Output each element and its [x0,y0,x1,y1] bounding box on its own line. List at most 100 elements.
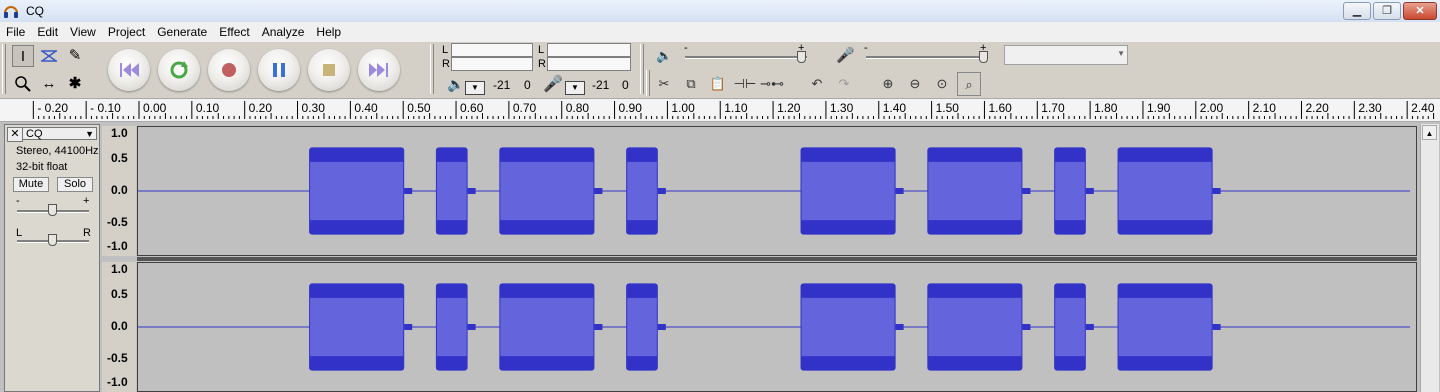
waveform-left [138,147,1410,235]
left-channel-scale: 1.0 0.5 0.0 -0.5 -1.0 [102,126,136,256]
play-meter-zero-label: 0 [524,78,531,92]
fit-selection-icon[interactable]: ⊙ [930,72,954,96]
record-icon [222,63,236,77]
scroll-up-icon[interactable]: ▲ [1422,125,1437,140]
zoom-in-icon[interactable]: ⊕ [876,72,900,96]
input-source-select[interactable]: ▼ [1004,45,1128,65]
pause-button[interactable] [258,49,300,91]
selection-tool-icon[interactable]: I [12,45,34,67]
waveform-tail [1022,324,1031,330]
track-name-menu[interactable]: CQ ▼ [22,127,97,140]
record-meter-dropdown[interactable]: ▼ [565,81,585,95]
skip-to-start-button[interactable] [108,49,150,91]
waveform-burst-rms [1118,161,1212,221]
waveform-burst-rms [801,161,895,221]
fit-project-icon[interactable]: ⌕ [957,72,981,96]
waveform-tail [594,188,603,194]
toolbar-grip[interactable] [646,70,650,96]
time-shift-tool-icon[interactable]: ↔ [38,73,60,95]
zoom-out-icon[interactable]: ⊖ [903,72,927,96]
toolbar-grip[interactable] [640,44,644,94]
menu-effect[interactable]: Effect [213,22,255,42]
skip-end-icon [369,63,388,77]
output-volume-icon: 🔈 [656,48,673,63]
multi-tool-icon[interactable]: ✱ [64,73,86,95]
waveform-burst-rms [627,161,657,221]
ruler-tick-label: 1.00 [671,101,695,115]
loop-play-button[interactable] [158,49,200,91]
ruler-tick-label: 0.20 [249,101,273,115]
skip-to-end-button[interactable] [358,49,400,91]
stop-button[interactable] [308,49,350,91]
paste-icon[interactable]: 📋 [706,72,730,96]
ruler-tick-label: 0.50 [407,101,431,115]
close-track-icon[interactable]: ✕ [7,127,23,142]
waveform-tail [1085,188,1094,194]
timeline-ruler[interactable]: - 0.20 - 0.10 0.00 0.10 0.20 0.30 0.40 0.50 0.60… [0,98,1440,122]
waveform-burst-rms [928,161,1022,221]
mute-button[interactable]: Mute [13,177,49,192]
gain-slider-thumb[interactable] [48,204,57,216]
output-volume-slider[interactable] [685,56,807,59]
input-volume-thumb[interactable] [979,51,988,63]
redo-icon[interactable]: ↷ [832,72,856,96]
window-title: CQ [26,4,44,18]
undo-icon[interactable]: ↶ [805,72,829,96]
ruler-tick-label: 2.30 [1358,101,1382,115]
ruler-tick-label: 1.50 [936,101,960,115]
restore-button[interactable]: ❐ [1373,2,1401,20]
record-button[interactable] [208,49,250,91]
waveform-tail [1212,188,1221,194]
chevron-down-icon: ▼ [85,129,94,139]
waveform-burst-rms [500,161,594,221]
output-volume-thumb[interactable] [797,51,806,63]
scale-label: -1.0 [107,239,128,253]
solo-button[interactable]: Solo [57,177,93,192]
stop-icon [323,64,335,76]
menu-help[interactable]: Help [310,22,347,42]
waveform-tail [1022,188,1031,194]
right-channel-waveform[interactable] [137,262,1417,392]
play-meter-dropdown[interactable]: ▼ [465,81,485,95]
minimize-button[interactable]: ▁ [1343,2,1371,20]
waveform-burst-rms [1055,297,1085,357]
menu-edit[interactable]: Edit [31,22,64,42]
trim-icon[interactable]: ⊣⊢ [733,72,757,96]
ruler-tick-label: 1.20 [777,101,801,115]
menu-project[interactable]: Project [102,22,151,42]
scale-label: 0.5 [111,287,128,301]
loop-icon [170,61,188,79]
menu-file[interactable]: File [0,22,31,42]
ruler-tick-label: 2.40 [1411,101,1435,115]
waveform-tail [404,188,413,194]
close-button[interactable]: ✕ [1403,2,1437,20]
toolbar-grip[interactable] [430,44,434,94]
ruler-tick-label: 1.60 [988,101,1012,115]
menu-generate[interactable]: Generate [151,22,213,42]
copy-icon[interactable]: ⧉ [679,72,703,96]
zoom-tool-icon[interactable] [12,73,34,95]
chevron-down-icon: ▼ [1117,49,1125,58]
pan-slider-thumb[interactable] [48,234,57,246]
gain-min-label: - [16,195,20,207]
ruler-tick-label: 0.60 [460,101,484,115]
input-volume-slider[interactable] [866,56,988,59]
left-channel-waveform[interactable] [137,126,1417,256]
envelope-tool-icon[interactable] [38,45,60,67]
ruler-tick-label: 0.70 [513,101,537,115]
toolbar-grip[interactable] [2,44,6,94]
menu-analyze[interactable]: Analyze [256,22,311,42]
skip-start-icon [120,63,139,77]
vertical-scrollbar[interactable]: ▲ [1420,124,1439,392]
ruler-tick-label: 0.10 [196,101,220,115]
draw-tool-icon[interactable]: ✎ [64,45,86,67]
waveform-burst-rms [310,297,404,357]
ruler-tick-label: 0.90 [619,101,643,115]
waveform-tail [1212,324,1221,330]
waveform-tail [657,188,666,194]
silence-icon[interactable]: ⊸⊷ [760,72,784,96]
gain-max-label: + [83,195,90,207]
menu-view[interactable]: View [64,22,102,42]
waveform-right [138,283,1410,371]
cut-icon[interactable]: ✂ [652,72,676,96]
